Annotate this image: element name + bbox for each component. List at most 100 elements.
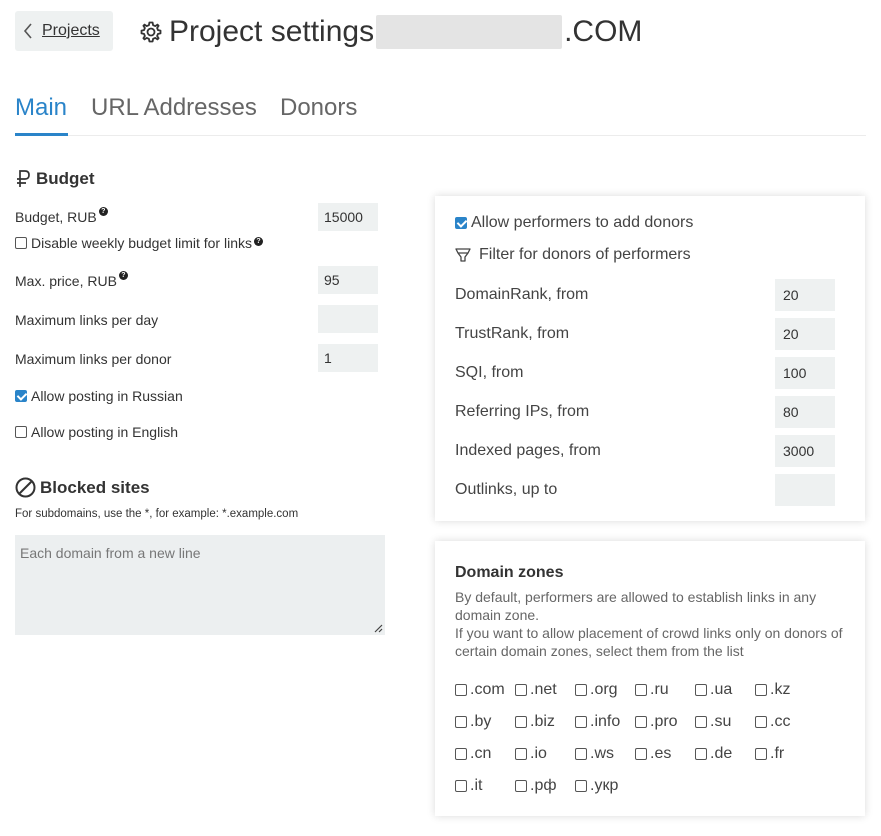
zone-checkbox-net[interactable]: .net — [515, 681, 557, 699]
max-links-donor-label: Maximum links per donor — [15, 351, 172, 367]
indexed-pages-input[interactable]: 3000 — [775, 435, 835, 467]
zone-checkbox-by[interactable]: .by — [455, 713, 491, 731]
checkbox[interactable] — [15, 390, 27, 402]
zone-label: .рф — [530, 777, 557, 794]
domain-zones-panel: Domain zones By default, performers are … — [435, 541, 865, 816]
domain-zones-description: By default, performers are allowed to es… — [455, 588, 850, 660]
checkbox[interactable] — [635, 684, 647, 696]
zone-checkbox-ua[interactable]: .ua — [695, 681, 732, 699]
allow-russian-label: Allow posting in Russian — [31, 388, 183, 404]
back-to-projects-button[interactable]: Projects — [15, 11, 113, 51]
sqi-input[interactable]: 100 — [775, 357, 835, 389]
allow-add-donors-label: Allow performers to add donors — [471, 214, 694, 231]
zone-checkbox-de[interactable]: .de — [695, 745, 732, 763]
zone-checkbox-it[interactable]: .it — [455, 777, 482, 795]
blocked-sites-textarea[interactable]: Each domain from a new line — [15, 535, 385, 635]
zone-checkbox-info[interactable]: .info — [575, 713, 620, 731]
checkbox[interactable] — [455, 748, 467, 760]
max-price-label-text: Max. price, RUB — [15, 273, 117, 289]
checkbox[interactable] — [635, 748, 647, 760]
allow-add-donors-checkbox[interactable]: Allow performers to add donors — [455, 214, 693, 232]
zone-label: .kz — [770, 681, 791, 698]
zone-checkbox-ukr[interactable]: .укр — [575, 777, 618, 795]
tab-url-addresses[interactable]: URL Addresses — [91, 94, 257, 122]
blocked-icon — [15, 477, 36, 498]
max-links-day-label: Maximum links per day — [15, 312, 159, 328]
checkbox[interactable] — [515, 780, 527, 792]
domainrank-label: DomainRank, from — [455, 286, 589, 303]
zone-checkbox-cn[interactable]: .cn — [455, 745, 491, 763]
budget-input[interactable]: 15000 — [318, 203, 378, 231]
checkbox[interactable] — [455, 716, 467, 728]
domainrank-input[interactable]: 20 — [775, 279, 835, 311]
zone-checkbox-cc[interactable]: .cc — [755, 713, 790, 731]
checkbox[interactable] — [15, 426, 27, 438]
zone-checkbox-kz[interactable]: .kz — [755, 681, 790, 699]
zone-checkbox-com[interactable]: .com — [455, 681, 505, 699]
referring-ips-input[interactable]: 80 — [775, 396, 835, 428]
allow-english-checkbox[interactable]: Allow posting in English — [15, 424, 178, 440]
checkbox[interactable] — [695, 684, 707, 696]
zone-label: .io — [530, 745, 547, 762]
checkbox[interactable] — [695, 716, 707, 728]
trustrank-input[interactable]: 20 — [775, 318, 835, 350]
budget-section-title: Budget — [15, 169, 95, 189]
tab-main[interactable]: Main — [15, 94, 67, 122]
zone-checkbox-es[interactable]: .es — [635, 745, 671, 763]
checkbox[interactable] — [575, 780, 587, 792]
zone-label: .it — [470, 777, 483, 794]
zone-checkbox-rf[interactable]: .рф — [515, 777, 557, 795]
checkbox[interactable] — [515, 684, 527, 696]
zone-label: .es — [650, 745, 672, 762]
checkbox[interactable] — [575, 748, 587, 760]
zone-checkbox-pro[interactable]: .pro — [635, 713, 678, 731]
checkbox[interactable] — [695, 748, 707, 760]
zone-label: .cn — [470, 745, 492, 762]
active-tab-indicator — [15, 133, 68, 136]
domain-zones-desc-1: By default, performers are allowed to es… — [455, 589, 817, 623]
checkbox[interactable] — [15, 237, 27, 249]
help-icon[interactable]: ? — [118, 271, 128, 280]
checkbox[interactable] — [575, 716, 587, 728]
help-icon[interactable]: ? — [253, 236, 263, 246]
blocked-hint: For subdomains, use the *, for example: … — [15, 508, 299, 520]
title-text: Project settings — [169, 15, 375, 48]
zone-label: .info — [590, 713, 621, 730]
zone-label: .укр — [590, 777, 619, 794]
outlinks-input[interactable] — [775, 474, 835, 506]
resize-grip-icon[interactable] — [373, 623, 383, 633]
checkbox[interactable] — [575, 684, 587, 696]
checkbox[interactable] — [455, 217, 467, 229]
checkbox[interactable] — [455, 684, 467, 696]
zone-checkbox-io[interactable]: .io — [515, 745, 547, 763]
zone-checkbox-ws[interactable]: .ws — [575, 745, 614, 763]
allow-russian-checkbox[interactable]: Allow posting in Russian — [15, 388, 183, 404]
zone-checkbox-ru[interactable]: .ru — [635, 681, 669, 699]
zone-checkbox-fr[interactable]: .fr — [755, 745, 784, 763]
zone-label: .ru — [650, 681, 669, 698]
outlinks-label: Outlinks, up to — [455, 481, 558, 498]
checkbox[interactable] — [755, 684, 767, 696]
checkbox[interactable] — [635, 716, 647, 728]
max-links-donor-input[interactable]: 1 — [318, 344, 378, 372]
domain-zones-title: Domain zones — [455, 564, 564, 581]
zone-checkbox-biz[interactable]: .biz — [515, 713, 555, 731]
zone-checkbox-su[interactable]: .su — [695, 713, 731, 731]
checkbox[interactable] — [515, 748, 527, 760]
tab-donors[interactable]: Donors — [280, 94, 357, 122]
checkbox[interactable] — [755, 748, 767, 760]
blocked-sites-title: Blocked sites — [15, 477, 150, 498]
donors-filter-panel: Allow performers to add donors Filter fo… — [435, 196, 865, 521]
zone-label: .org — [590, 681, 618, 698]
blocked-title-text: Blocked sites — [40, 477, 150, 497]
checkbox[interactable] — [755, 716, 767, 728]
disable-weekly-limit-checkbox[interactable]: Disable weekly budget limit for links? — [15, 235, 263, 251]
help-icon[interactable]: ? — [98, 207, 108, 216]
indexed-pages-label: Indexed pages, from — [455, 442, 601, 459]
checkbox[interactable] — [455, 780, 467, 792]
max-price-input[interactable]: 95 — [318, 266, 378, 294]
zone-checkbox-org[interactable]: .org — [575, 681, 618, 699]
zone-label: .ws — [590, 745, 614, 762]
max-links-day-input[interactable] — [318, 305, 378, 333]
checkbox[interactable] — [515, 716, 527, 728]
